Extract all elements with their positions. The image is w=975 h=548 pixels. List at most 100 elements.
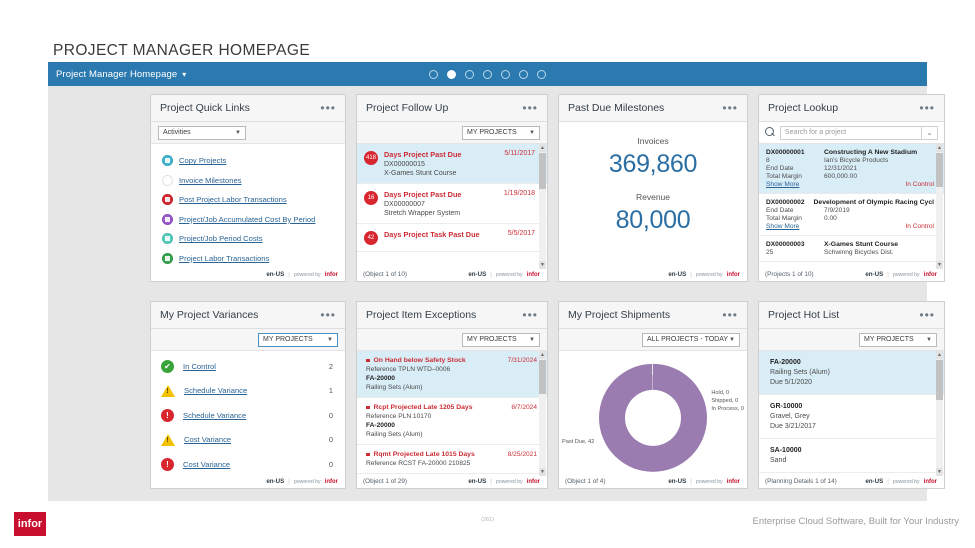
scroll-up-icon[interactable]: ▲ (936, 351, 943, 359)
quick-link-label[interactable]: Invoice Milestones (179, 176, 241, 185)
scroll-up-icon[interactable]: ▲ (539, 351, 546, 359)
quick-link-row[interactable]: Project Labor Transactions (151, 249, 345, 269)
variance-link[interactable]: Cost Variance (184, 435, 231, 444)
scroll-down-icon[interactable]: ▼ (539, 261, 546, 269)
item-name: Gravel, Grey (770, 413, 810, 420)
variance-link[interactable]: Schedule Variance (183, 411, 246, 420)
variance-row[interactable]: Schedule Variance 1 (151, 379, 345, 404)
card-menu-icon[interactable]: ••• (919, 309, 935, 321)
chevron-down-icon[interactable]: ▾ (182, 70, 186, 79)
search-input[interactable]: Search for a project (780, 125, 922, 140)
variance-count: 1 (328, 386, 333, 396)
list-item[interactable]: 418 Days Project Past Due DX00000015 X-Game… (357, 144, 547, 184)
all-projects-today-select[interactable]: ALL PROJECTS - TODAY ▼ (642, 332, 740, 347)
quick-link-label[interactable]: Post Project Labor Transactions (179, 195, 287, 204)
page-dot-5[interactable] (501, 69, 510, 79)
list-item[interactable]: FA-20000 Railing Sets (Alum) Due 5/1/2020 (759, 351, 944, 395)
chevron-down-icon[interactable]: ⌄ (922, 125, 938, 140)
project-code: DX00000001 (766, 149, 805, 156)
scrollbar[interactable]: ▲ ▼ (936, 144, 943, 269)
end-date-value: 7/9/2019 (824, 207, 850, 214)
days-badge: 418 (364, 151, 378, 165)
list-item[interactable]: Rcpt Projected Late 1205 Days 8/7/2024 Ref… (357, 398, 547, 445)
show-more-link[interactable]: Show More (766, 181, 799, 188)
error-circle-icon: ! (161, 408, 174, 422)
kpi-label: Revenue (635, 192, 671, 202)
quick-link-row[interactable]: Copy Projects (151, 151, 345, 171)
scroll-thumb[interactable] (539, 153, 546, 189)
scrollbar[interactable]: ▲ ▼ (539, 144, 546, 269)
exception-reference: Reference PLN 10170 (366, 413, 432, 420)
variance-row[interactable]: ! Cost Variance 0 (151, 452, 345, 477)
quick-link-row[interactable]: Invoice Milestones (151, 171, 345, 191)
card-menu-icon[interactable]: ••• (320, 309, 336, 321)
copy-icon (162, 155, 173, 167)
kpi-label: Invoices (637, 136, 669, 146)
list-item[interactable]: DX00000001 Constructing A New Stadium 8 Ian… (759, 144, 944, 194)
exceptions-list[interactable]: On Hand below Safety Stock 7/31/2024 Refer… (357, 351, 547, 476)
scroll-thumb[interactable] (539, 360, 546, 394)
scrollbar[interactable]: ▲ ▼ (539, 351, 546, 476)
variance-link[interactable]: In Control (183, 362, 216, 371)
card-header: Project Follow Up ••• (357, 95, 547, 122)
project-name: Development of Olympic Racing Cycl (813, 199, 935, 206)
quick-link-label[interactable]: Project Labor Transactions (179, 254, 269, 263)
scroll-thumb[interactable] (936, 153, 943, 187)
scrollbar[interactable]: ▲ ▼ (936, 351, 943, 476)
list-item[interactable]: On Hand below Safety Stock 7/31/2024 Refer… (357, 351, 547, 398)
scroll-thumb[interactable] (936, 360, 943, 400)
card-menu-icon[interactable]: ••• (522, 309, 538, 321)
card-menu-icon[interactable]: ••• (919, 102, 935, 114)
page-title: PROJECT MANAGER HOMEPAGE (53, 42, 311, 59)
hot-list[interactable]: FA-20000 Railing Sets (Alum) Due 5/1/2020 G… (759, 351, 944, 476)
scroll-up-icon[interactable]: ▲ (539, 144, 546, 152)
variance-link[interactable]: Schedule Variance (184, 386, 247, 395)
page-dot-7[interactable] (537, 69, 546, 79)
project-code: DX00000002 (766, 199, 805, 206)
scroll-down-icon[interactable]: ▼ (936, 468, 943, 476)
list-item[interactable]: SA-10000 Sand (759, 439, 944, 473)
card-my-project-variances: My Project Variances ••• MY PROJECTS ▼ ✔… (150, 301, 346, 489)
show-more-link[interactable]: Show More (766, 223, 799, 230)
my-projects-select[interactable]: MY PROJECTS ▼ (859, 332, 937, 347)
list-item[interactable]: DX00000002 Development of Olympic Racing … (759, 194, 944, 236)
page-dot-6[interactable] (519, 69, 528, 79)
my-projects-select[interactable]: MY PROJECTS ▼ (462, 332, 540, 347)
page-dot-2[interactable] (447, 69, 456, 79)
card-menu-icon[interactable]: ••• (320, 102, 336, 114)
card-body: MY PROJECTS ▼ ✔ In Control 2 Schedule Varia… (151, 329, 345, 488)
list-item[interactable]: GR-10000 Gravel, Grey Due 3/21/2017 (759, 395, 944, 439)
variance-link[interactable]: Cost Variance (183, 460, 230, 469)
quick-link-label[interactable]: Project/Job Accumulated Cost By Period (179, 215, 315, 224)
list-item[interactable]: 42 Days Project Task Past Due 5/5/2017 (357, 224, 547, 252)
my-projects-select[interactable]: MY PROJECTS ▼ (462, 125, 540, 140)
quick-link-label[interactable]: Copy Projects (179, 156, 226, 165)
powered-by-label: powered by (495, 478, 523, 485)
variance-row[interactable]: Cost Variance 0 (151, 428, 345, 453)
donut-label-left: Past Due, 42 (562, 438, 595, 445)
page-dot-1[interactable] (429, 69, 438, 79)
quick-link-label[interactable]: Project/Job Period Costs (179, 234, 263, 243)
card-menu-icon[interactable]: ••• (722, 102, 738, 114)
my-projects-select[interactable]: MY PROJECTS ▼ (258, 332, 338, 347)
list-item[interactable]: 16 Days Project Past Due DX00000007 Stretch… (357, 184, 547, 224)
card-menu-icon[interactable]: ••• (522, 102, 538, 114)
follow-up-list[interactable]: 418 Days Project Past Due DX00000015 X-Game… (357, 144, 547, 269)
variance-row[interactable]: ✔ In Control 2 (151, 354, 345, 379)
app-title[interactable]: Project Manager Homepage (48, 69, 177, 80)
quick-link-row[interactable]: Project/Job Accumulated Cost By Period (151, 210, 345, 230)
list-item[interactable]: Rqmt Projected Late 1015 Days 8/25/2021 Re… (357, 445, 547, 474)
check-circle-icon: ✔ (161, 359, 174, 373)
quick-link-row[interactable]: Project/Job Period Costs (151, 229, 345, 249)
activities-select[interactable]: Activities ▼ (158, 125, 246, 140)
scroll-up-icon[interactable]: ▲ (936, 144, 943, 152)
list-item[interactable]: DX00000003 X-Games Stunt Course 25 Schwinng… (759, 236, 944, 262)
quick-link-row[interactable]: Post Project Labor Transactions (151, 190, 345, 210)
page-dot-3[interactable] (465, 69, 474, 79)
card-menu-icon[interactable]: ••• (722, 309, 738, 321)
page-dot-4[interactable] (483, 69, 492, 79)
scroll-down-icon[interactable]: ▼ (936, 261, 943, 269)
scroll-down-icon[interactable]: ▼ (539, 468, 546, 476)
lookup-list[interactable]: DX00000001 Constructing A New Stadium 8 Ian… (759, 144, 944, 269)
variance-row[interactable]: ! Schedule Variance 0 (151, 403, 345, 428)
